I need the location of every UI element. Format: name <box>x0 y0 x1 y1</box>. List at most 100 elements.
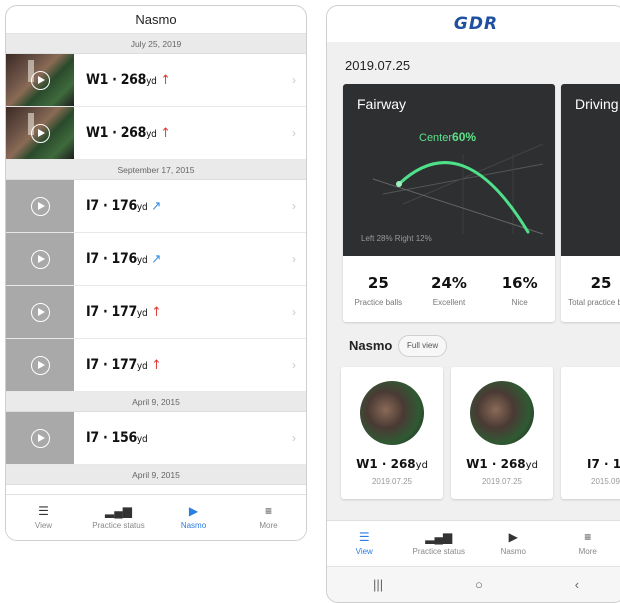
fairway-card[interactable]: Fairway Center60% Left 28% Right 12% 25 … <box>343 84 555 322</box>
thumbnail-placeholder <box>561 367 620 445</box>
swing-video-row[interactable]: W1 · 268yd ↑› <box>6 54 306 107</box>
video-thumbnail[interactable] <box>6 412 74 464</box>
tab-more[interactable]: ≡ More <box>231 495 306 540</box>
menu-icon: ≡ <box>231 503 306 519</box>
driving-stats: 25 Total practice balls <box>561 256 620 307</box>
nasmo-date: 2019.07.25 <box>341 477 443 486</box>
video-thumbnail[interactable] <box>6 233 74 285</box>
play-icon[interactable] <box>31 124 50 143</box>
stat-value: 24% <box>414 274 485 292</box>
play-icon[interactable] <box>31 197 50 216</box>
swing-video-row[interactable]: I7 · 177yd ↑› <box>6 286 306 339</box>
gdr-logo: GDR <box>454 14 498 34</box>
chevron-right-icon: › <box>292 180 296 232</box>
ball-trajectory-graphic <box>343 84 555 256</box>
play-icon[interactable] <box>31 71 50 90</box>
driving-chart: Driving <box>561 84 620 256</box>
shot-summary: I7 · 176yd ↗ <box>86 233 161 285</box>
tab-nasmo[interactable]: ▶ Nasmo <box>476 521 551 566</box>
video-thumbnail[interactable] <box>6 54 74 106</box>
direction-arrow-icon: ↗ <box>151 252 161 267</box>
play-icon: ▶ <box>476 529 551 545</box>
direction-arrow-icon: ↑ <box>161 126 171 141</box>
date-header: September 17, 2015 <box>6 160 306 180</box>
direction-arrow-icon: ↗ <box>151 199 161 214</box>
stat-total-practice-balls: 25 Total practice balls <box>561 274 620 307</box>
stat-practice-balls: 25 Practice balls <box>343 274 414 307</box>
stat-label: Total practice balls <box>561 298 620 307</box>
club-label: I7 <box>587 457 600 471</box>
distance-unit: yd <box>146 129 156 140</box>
tab-practice-status[interactable]: ▂▄▆ Practice status <box>81 495 156 540</box>
video-thumbnail[interactable] <box>6 339 74 391</box>
session-date: 2019.07.25 <box>345 58 410 73</box>
swing-video-row[interactable]: I7 · 156yd › <box>6 412 306 465</box>
play-icon[interactable] <box>31 356 50 375</box>
recent-apps-button[interactable]: ||| <box>373 577 383 592</box>
club-label: I7 <box>86 357 99 373</box>
tab-nasmo[interactable]: ▶ Nasmo <box>156 495 231 540</box>
distance-unit: yd <box>137 202 147 213</box>
distance-value: 176 <box>112 251 137 267</box>
tab-view[interactable]: ☰View <box>327 521 402 566</box>
driving-card[interactable]: Driving 25 Total practice balls <box>561 84 620 322</box>
left-right-percentages: Left 28% Right 12% <box>361 234 432 243</box>
swing-thumbnail <box>470 381 534 445</box>
play-icon[interactable] <box>31 250 50 269</box>
play-icon[interactable] <box>31 303 50 322</box>
date-header: April 9, 2015 <box>6 465 306 485</box>
tab-label: Practice status <box>81 521 156 530</box>
home-button[interactable]: ○ <box>475 577 483 592</box>
swing-video-row[interactable]: W1 · 268yd ↑› <box>6 107 306 160</box>
swing-video-row[interactable]: I7 · 177yd ↑› <box>6 339 306 392</box>
tab-label: View <box>6 521 81 530</box>
nasmo-list-screen: Nasmo July 25, 2019W1 · 268yd ↑›W1 · 268… <box>5 5 307 541</box>
tab-label: Nasmo <box>156 521 231 530</box>
video-thumbnail[interactable] <box>6 286 74 338</box>
nasmo-shot: W1 · 268yd <box>341 457 443 471</box>
nasmo-shot: I7 · 176 <box>561 457 620 471</box>
club-label: I7 <box>86 251 99 267</box>
tab-label: More <box>231 521 306 530</box>
direction-arrow-icon: ↑ <box>161 73 171 88</box>
distance-value: 176 <box>112 198 137 214</box>
full-view-button[interactable]: Full view <box>398 335 447 357</box>
system-navigation-bar: ||| ○ ‹ <box>327 566 620 602</box>
nasmo-card[interactable]: W1 · 268yd 2019.07.25 <box>341 367 443 499</box>
distance-value: 177 <box>112 304 137 320</box>
date-header: April 9, 2015 <box>6 392 306 412</box>
stat-value: 16% <box>484 274 555 292</box>
stat-value: 25 <box>561 274 620 292</box>
play-icon[interactable] <box>31 429 50 448</box>
swing-video-row[interactable]: I7 · 176yd ↗› <box>6 180 306 233</box>
shot-summary: I7 · 177yd ↑ <box>86 339 161 391</box>
stat-label: Practice balls <box>343 298 414 307</box>
video-thumbnail[interactable] <box>6 107 74 159</box>
distance-unit: yd <box>137 308 147 319</box>
bar-chart-icon: ▂▄▆ <box>81 503 156 519</box>
tab-more[interactable]: ≡More <box>551 521 620 566</box>
video-thumbnail[interactable] <box>6 180 74 232</box>
distance-value: 156 <box>112 430 137 446</box>
stat-label: Excellent <box>414 298 485 307</box>
chevron-right-icon: › <box>292 233 296 285</box>
swing-video-row[interactable]: I7 · 176yd ↗ › <box>6 233 306 286</box>
tab-label: Nasmo <box>476 547 551 556</box>
distance-unit: yd <box>146 76 156 87</box>
tab-practice-status[interactable]: ▂▄▆Practice status <box>402 521 477 566</box>
app-header: GDR <box>327 6 620 42</box>
nasmo-card[interactable]: W1 · 268yd 2019.07.25 <box>451 367 553 499</box>
back-button[interactable]: ‹ <box>575 577 579 592</box>
shot-summary: I7 · 177yd ↑ <box>86 286 161 338</box>
tab-view[interactable]: ☰ View <box>6 495 81 540</box>
stat-label: Nice <box>484 298 555 307</box>
swing-video-list[interactable]: July 25, 2019W1 · 268yd ↑›W1 · 268yd ↑›S… <box>6 34 306 494</box>
stat-excellent: 24% Excellent <box>414 274 485 307</box>
chevron-right-icon: › <box>292 107 296 159</box>
chevron-right-icon: › <box>292 412 296 464</box>
play-icon: ▶ <box>156 503 231 519</box>
nasmo-card[interactable]: I7 · 176 2015.09 <box>561 367 620 499</box>
stack-icon: ☰ <box>6 503 81 519</box>
club-label: I7 <box>86 430 99 446</box>
club-label: W1 <box>356 457 378 471</box>
